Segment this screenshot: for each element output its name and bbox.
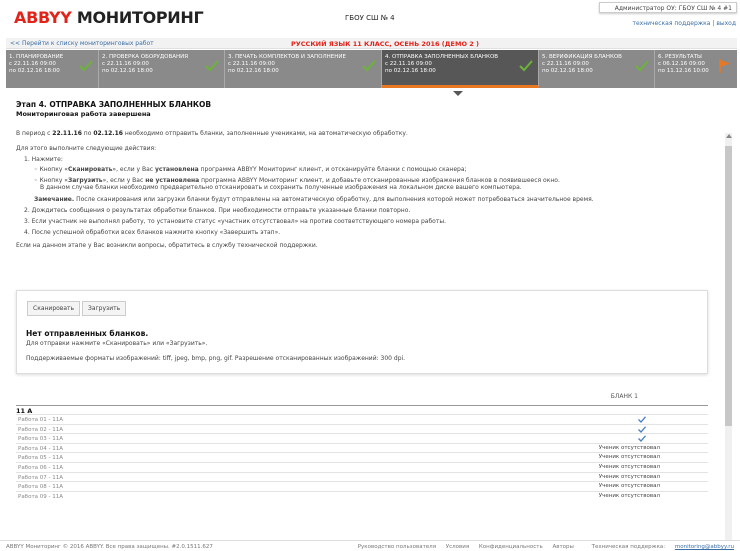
check-icon <box>362 60 376 72</box>
table-row: Работа 04 - 11А Ученик отсутствовал <box>16 442 708 453</box>
check-icon <box>638 425 646 433</box>
scan-button[interactable]: Сканировать <box>27 301 81 316</box>
step-sending-forms[interactable]: 4. ОТПРАВКА ЗАПОЛНЕННЫХ БЛАНКОВ с 22.11.… <box>382 50 539 88</box>
user-guide-link[interactable]: Руководство пользователя <box>358 544 436 550</box>
instructions-intro: Для этого выполните следующие действия: <box>16 145 157 152</box>
footer-links: Руководство пользователя Условия Конфиде… <box>350 544 734 550</box>
instruction-step-1: 1. Нажмите: <box>24 156 63 163</box>
school-name: ГБОУ СШ № 4 <box>345 14 395 22</box>
upload-button[interactable]: Загрузить <box>82 301 127 316</box>
no-forms-title: Нет отправленных бланков. <box>26 329 149 338</box>
class-group-row: 11 А <box>16 405 708 415</box>
support-email-link[interactable]: monitoring@abbyy.ru <box>675 544 734 550</box>
back-to-list-link[interactable]: << Перейти к списку мониторинговых работ <box>10 40 154 47</box>
forms-table: БЛАНК 1 11 А Работа 01 - 11А Работа 02 -… <box>16 390 708 500</box>
scrollbar-thumb[interactable] <box>725 146 732 426</box>
check-icon <box>205 60 219 72</box>
check-icon <box>638 435 646 443</box>
absent-status[interactable]: Ученик отсутствовал <box>599 483 660 489</box>
no-forms-hint: Для отправки нажмите «Сканировать» или «… <box>26 340 208 347</box>
absent-status[interactable]: Ученик отсутствовал <box>599 445 660 451</box>
check-icon <box>519 60 533 72</box>
active-step-pointer <box>453 91 463 96</box>
step-planning[interactable]: 1. ПЛАНИРОВАНИЕ с 22.11.16 09:00 по 02.1… <box>6 50 99 88</box>
stage-steps: 1. ПЛАНИРОВАНИЕ с 22.11.16 09:00 по 02.1… <box>6 50 737 88</box>
period-text: В период с 22.11.16 по 02.12.16 необходи… <box>16 130 408 137</box>
step-results[interactable]: 6. РЕЗУЛЬТАТЫ с 06.12.16 09:00 по 11.12.… <box>655 50 737 88</box>
authors-link[interactable]: Авторы <box>552 544 573 550</box>
stage-content: Этап 4. ОТПРАВКА ЗАПОЛНЕННЫХ БЛАНКОВ Мон… <box>16 100 718 249</box>
scroll-up-arrow-icon[interactable] <box>726 134 732 138</box>
step-equipment-check[interactable]: 2. ПРОВЕРКА ОБОРУДОВАНИЯ с 22.11.16 09:0… <box>99 50 225 88</box>
top-links: техническая поддержка | выход <box>632 20 736 27</box>
flag-icon <box>719 59 730 73</box>
check-icon <box>638 416 646 423</box>
instruction-step-2: 2. Дождитесь сообщения о результатах обр… <box>24 206 411 214</box>
stage-status: Мониторинговая работа завершена <box>16 110 151 118</box>
copyright: ABBYY Мониторинг © 2016 ABBYY. Все права… <box>6 544 213 550</box>
instruction-note: Замечание. После сканирования или загруз… <box>34 195 594 203</box>
logout-link[interactable]: выход <box>716 20 736 27</box>
absent-status[interactable]: Ученик отсутствовал <box>599 454 660 460</box>
table-row: Работа 02 - 11А <box>16 423 708 434</box>
course-title: РУССКИЙ ЯЗЫК 11 КЛАСС, ОСЕНЬ 2016 (ДЕМО … <box>291 40 479 48</box>
instructions-list: 1. Нажмите: ◦ Кнопку «Сканировать», если… <box>24 156 718 236</box>
table-header: БЛАНК 1 <box>16 390 708 405</box>
table-row: Работа 06 - 11А Ученик отсутствовал <box>16 461 708 472</box>
support-link[interactable]: техническая поддержка <box>632 20 710 27</box>
privacy-link[interactable]: Конфиденциальность <box>479 544 543 550</box>
upload-panel: Сканировать Загрузить Нет отправленных б… <box>16 290 708 374</box>
link-separator: | <box>712 20 715 27</box>
step-printing[interactable]: 3. ПЕЧАТЬ КОМПЛЕКТОВ И ЗАПОЛНЕНИЕ с 22.1… <box>225 50 382 88</box>
breadcrumb-bar: << Перейти к списку мониторинговых работ… <box>6 38 737 49</box>
absent-status[interactable]: Ученик отсутствовал <box>599 464 660 470</box>
absent-status[interactable]: Ученик отсутствовал <box>599 474 660 480</box>
table-row: Работа 01 - 11А <box>16 414 708 424</box>
check-icon <box>79 60 93 72</box>
column-header-form1: БЛАНК 1 <box>610 393 638 400</box>
supported-formats: Поддерживаемые форматы изображений: tiff… <box>26 355 406 362</box>
stage-title: Этап 4. ОТПРАВКА ЗАПОЛНЕННЫХ БЛАНКОВ <box>16 100 212 109</box>
instruction-step-4: 4. После успешной обработки всех бланков… <box>24 228 281 236</box>
table-row: Работа 03 - 11А <box>16 433 708 443</box>
user-menu[interactable]: Администратор ОУ: ГБОУ СШ № 4 #1 <box>599 2 737 13</box>
support-note: Если на данном этапе у Вас возникли вопр… <box>16 241 318 249</box>
app-header: ABBYY МОНИТОРИНГ ГБОУ СШ № 4 Администрат… <box>0 0 740 36</box>
step-verification[interactable]: 5. ВЕРИФИКАЦИЯ БЛАНКОВ с 22.11.16 09:00 … <box>539 50 655 88</box>
table-row: Работа 05 - 11А Ученик отсутствовал <box>16 452 708 462</box>
support-contact: Техническая поддержка: monitoring@abbyy.… <box>591 544 734 550</box>
page-footer: ABBYY Мониторинг © 2016 ABBYY. Все права… <box>0 540 740 551</box>
instruction-upload: ◦ Кнопку «Загрузить», если у Вас не уста… <box>34 176 560 192</box>
terms-link[interactable]: Условия <box>446 544 469 550</box>
check-icon <box>635 60 649 72</box>
instruction-step-3: 3. Если участник не выполнял работу, то … <box>24 217 446 225</box>
absent-status[interactable]: Ученик отсутствовал <box>599 493 660 499</box>
table-row: Работа 07 - 11А Ученик отсутствовал <box>16 471 708 482</box>
table-row: Работа 08 - 11А Ученик отсутствовал <box>16 481 708 491</box>
instruction-scan: ◦ Кнопку «Сканировать», если у Вас устан… <box>34 166 467 173</box>
abbyy-logo[interactable]: ABBYY МОНИТОРИНГ <box>14 8 204 27</box>
table-row: Работа 09 - 11А Ученик отсутствовал <box>16 490 708 501</box>
